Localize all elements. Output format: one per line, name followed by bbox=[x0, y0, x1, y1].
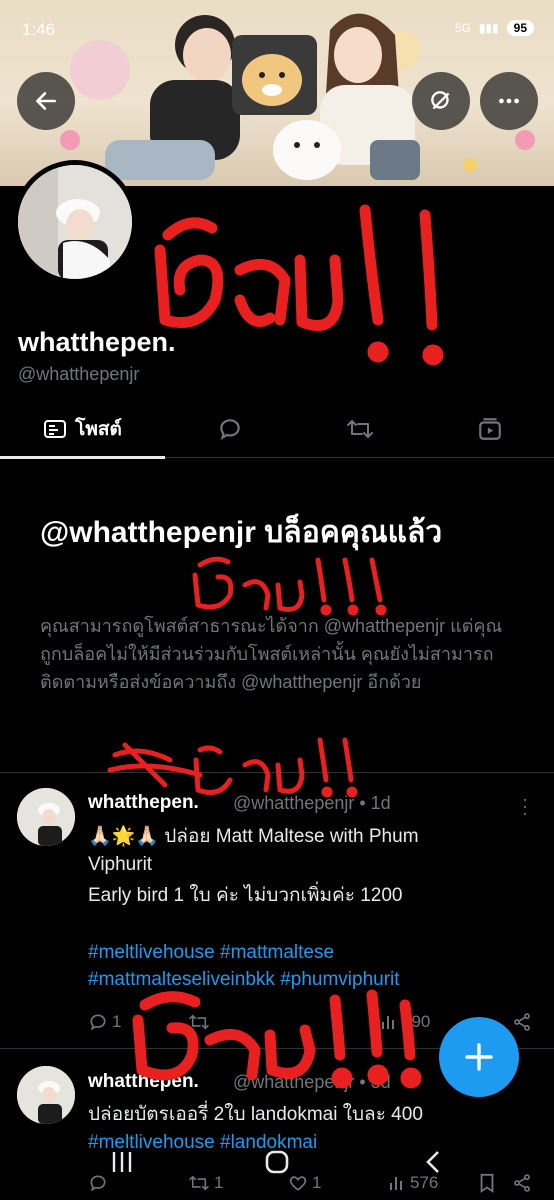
tweet-avatar[interactable] bbox=[17, 1066, 75, 1124]
share-icon bbox=[514, 1013, 530, 1031]
recent-apps-button[interactable] bbox=[108, 1148, 136, 1181]
tab-posts[interactable]: โพสต์ bbox=[0, 400, 165, 459]
reply-button[interactable]: 1 bbox=[88, 1012, 121, 1032]
home-icon bbox=[265, 1150, 289, 1174]
home-button[interactable] bbox=[263, 1148, 291, 1181]
avatar-image bbox=[18, 165, 132, 279]
back-nav-button[interactable] bbox=[420, 1148, 448, 1181]
tweet-text-line: Viphurit bbox=[88, 854, 153, 875]
tab-media[interactable] bbox=[425, 400, 554, 457]
avatar-photo bbox=[18, 165, 132, 279]
profile-handle: @whatthepenjr bbox=[18, 364, 140, 384]
tweet-text-line: 🙏🏻🌟🙏🏻 ปล่อย Matt Maltese with Phum bbox=[88, 826, 419, 847]
search-button[interactable] bbox=[412, 72, 470, 130]
profile-avatar[interactable] bbox=[13, 160, 137, 284]
analytics-icon bbox=[382, 1016, 394, 1029]
tweet-text-line: Early bird 1 ใบ ค่ะ ไม่บวกเพิ่มค่ะ 1200 bbox=[88, 885, 403, 906]
avatar-photo bbox=[17, 1066, 75, 1124]
tweet-author-name[interactable]: whatthepen. bbox=[88, 792, 199, 814]
tweet-avatar[interactable] bbox=[17, 788, 75, 846]
views-button[interactable]: 290 bbox=[380, 1012, 430, 1032]
status-time: 1:46 bbox=[22, 20, 56, 39]
tab-posts-label: โพสต์ bbox=[75, 418, 122, 440]
annotation-scribble-4 bbox=[132, 989, 422, 1089]
more-options-button[interactable] bbox=[480, 72, 538, 130]
annotation-scribble-1 bbox=[154, 204, 444, 366]
media-icon bbox=[478, 417, 501, 440]
avatar-photo bbox=[17, 788, 75, 846]
reply-count: 1 bbox=[112, 1012, 122, 1031]
view-count: 290 bbox=[402, 1012, 431, 1031]
recent-apps-icon bbox=[112, 1152, 132, 1172]
retweet-icon bbox=[189, 1014, 209, 1030]
posts-icon bbox=[44, 419, 67, 438]
system-navigation-bar bbox=[0, 1140, 554, 1200]
blocked-notice-title: @whatthepenjr บล็อคคุณแล้ว bbox=[40, 516, 443, 549]
more-horizontal-icon bbox=[499, 98, 519, 104]
compose-post-button[interactable] bbox=[439, 1017, 519, 1097]
tweet-meta: @whatthepenjr • 3d bbox=[233, 1072, 391, 1092]
divider bbox=[0, 772, 554, 773]
status-bar: 1:46 5G ▮▮▮ 95 bbox=[0, 0, 554, 60]
active-tab-indicator bbox=[0, 456, 165, 459]
retweet-icon bbox=[347, 419, 373, 438]
tab-reposts[interactable] bbox=[295, 400, 425, 457]
search-icon bbox=[431, 91, 450, 110]
annotation-scribble-3 bbox=[107, 737, 358, 798]
tweet-meta: @whatthepenjr • 1d bbox=[233, 793, 391, 813]
tweet-hashtags[interactable]: #meltlivehouse #mattmaltese bbox=[88, 939, 334, 967]
tab-replies[interactable] bbox=[165, 400, 295, 457]
reply-icon bbox=[90, 1014, 106, 1031]
tweet-author-name[interactable]: whatthepen. bbox=[88, 1071, 199, 1093]
annotation-scribble-2 bbox=[192, 556, 387, 616]
tweet-more-icon[interactable]: · · · bbox=[522, 790, 528, 822]
retweet-button[interactable] bbox=[188, 1012, 210, 1032]
reply-bubble-icon bbox=[220, 418, 240, 440]
battery-indicator: 95 bbox=[506, 20, 534, 36]
network-label: 5G bbox=[454, 21, 471, 35]
signal-icon: ▮▮▮ bbox=[478, 21, 499, 35]
share-button[interactable] bbox=[512, 1012, 532, 1032]
profile-tabs: โพสต์ bbox=[0, 400, 554, 459]
arrow-left-icon bbox=[36, 92, 56, 110]
tweet-hashtags[interactable]: #mattmalteseliveinbkk #phumviphurit bbox=[88, 966, 400, 994]
status-indicators: 5G ▮▮▮ 95 bbox=[455, 20, 534, 36]
plus-icon bbox=[465, 1043, 493, 1071]
display-name: whatthepen. bbox=[18, 327, 176, 357]
blocked-notice-description: คุณสามารถดูโพสต์สาธารณะได้จาก @whatthepe… bbox=[40, 616, 503, 692]
chevron-left-icon bbox=[426, 1151, 439, 1173]
back-button[interactable] bbox=[17, 72, 75, 130]
tweet-text-line: ปล่อยบัตรเออรี่ 2ใบ landokmai ใบละ 400 bbox=[88, 1104, 423, 1125]
